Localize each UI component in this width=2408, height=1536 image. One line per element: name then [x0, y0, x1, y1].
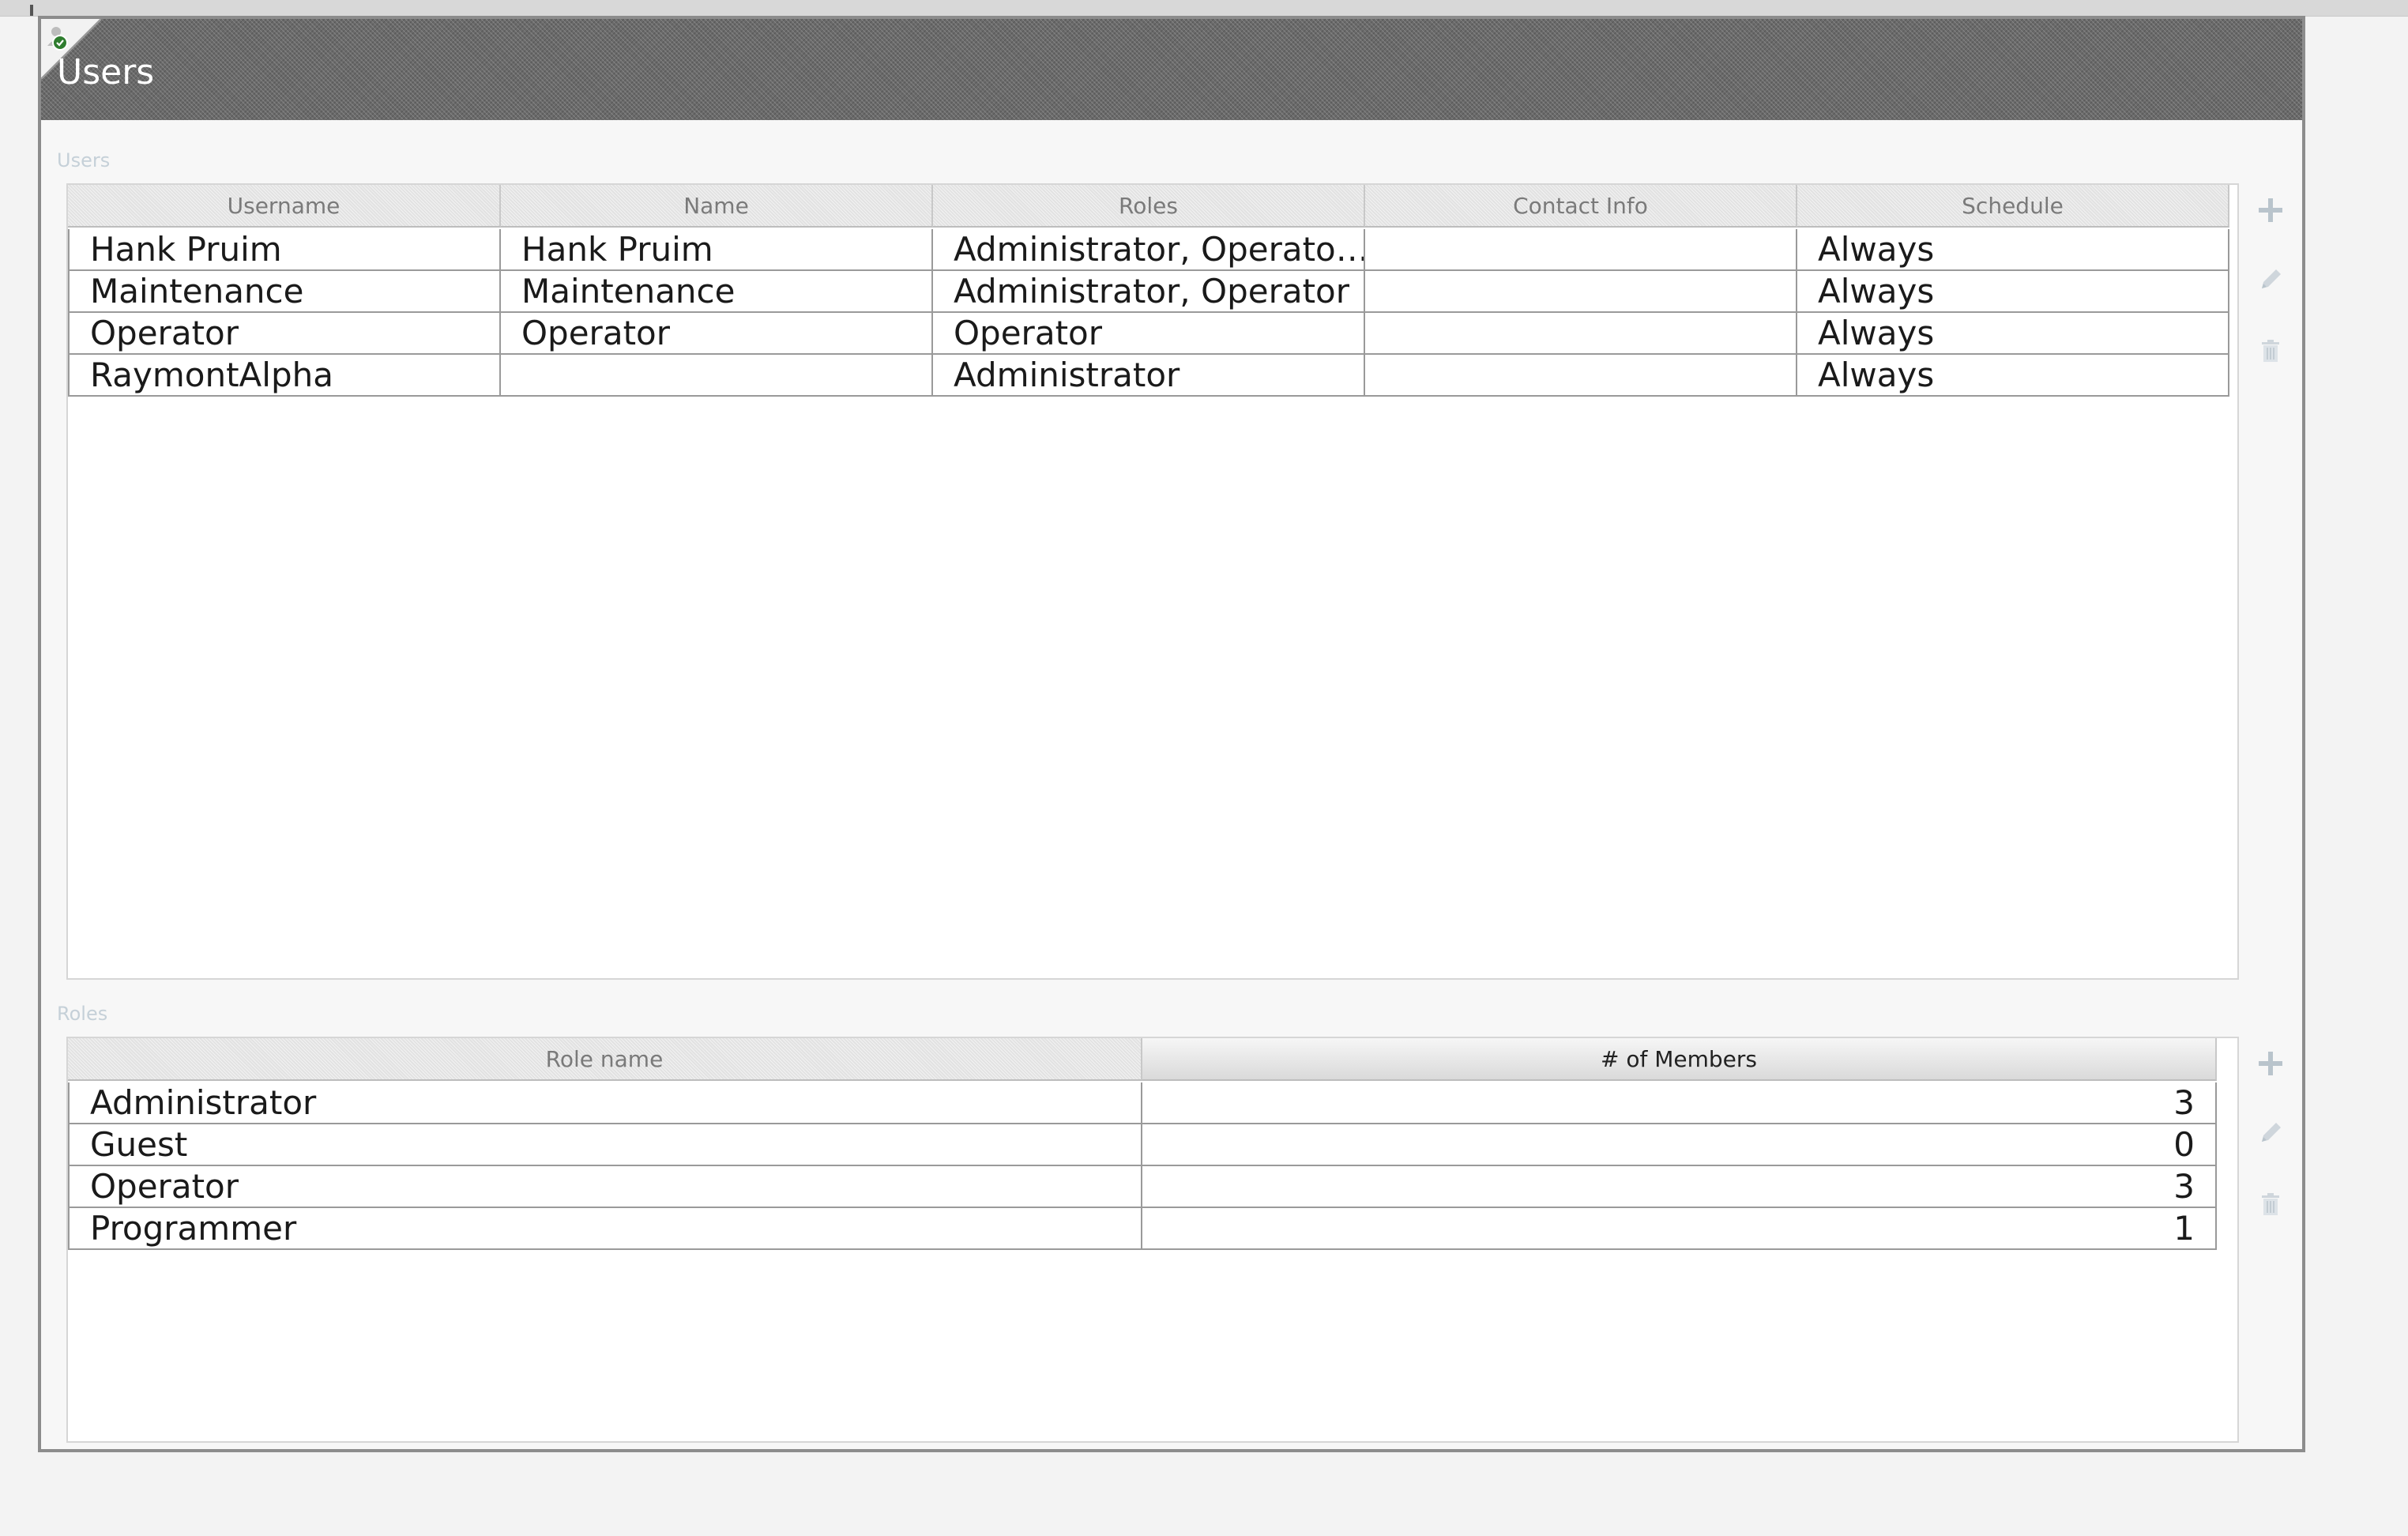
cell-roles: Administrator	[933, 355, 1365, 397]
cell-member-count: 0	[1142, 1124, 2217, 1166]
users-window: Users Users Username Name Roles Contact …	[38, 16, 2305, 1452]
cell-roles: Administrator, Operator	[933, 271, 1365, 313]
cell-contact-info	[1365, 229, 1797, 271]
cell-name: Maintenance	[501, 271, 933, 313]
cell-schedule: Always	[1797, 229, 2229, 271]
cell-username: Maintenance	[68, 271, 501, 313]
add-role-button[interactable]	[2252, 1045, 2289, 1082]
trash-icon	[2262, 340, 2279, 362]
cell-role-name: Operator	[68, 1166, 1142, 1208]
cell-role-name: Guest	[68, 1124, 1142, 1166]
table-row[interactable]: Maintenance Maintenance Administrator, O…	[68, 271, 2229, 313]
top-strip	[0, 0, 2408, 17]
table-row[interactable]: Administrator 3	[68, 1082, 2217, 1124]
cell-name: Operator	[501, 313, 933, 355]
add-user-button[interactable]	[2252, 191, 2289, 229]
pencil-icon	[2262, 1123, 2281, 1142]
delete-user-button[interactable]	[2252, 332, 2289, 370]
roles-table[interactable]: Role name # of Members Administrator 3 G…	[66, 1037, 2239, 1443]
delete-role-button[interactable]	[2252, 1185, 2289, 1223]
cell-schedule: Always	[1797, 313, 2229, 355]
cell-member-count: 3	[1142, 1082, 2217, 1124]
top-strip-marker	[30, 5, 33, 16]
table-row[interactable]: Operator Operator Operator Always	[68, 313, 2229, 355]
column-header-name[interactable]: Name	[501, 185, 933, 228]
cell-username: Hank Pruim	[68, 229, 501, 271]
cell-contact-info	[1365, 313, 1797, 355]
users-table-header: Username Name Roles Contact Info Schedul…	[68, 185, 2229, 228]
user-shield-icon	[47, 27, 68, 51]
column-header-roles[interactable]: Roles	[933, 185, 1365, 228]
cell-schedule: Always	[1797, 271, 2229, 313]
cell-schedule: Always	[1797, 355, 2229, 397]
title-bar: Users	[41, 19, 2302, 120]
edit-user-button[interactable]	[2252, 261, 2289, 299]
cell-roles: Administrator, Operato…	[933, 229, 1365, 271]
cell-username: RaymontAlpha	[68, 355, 501, 397]
roles-section-label: Roles	[57, 1003, 108, 1025]
cell-contact-info	[1365, 271, 1797, 313]
users-section-label: Users	[57, 149, 111, 171]
column-header-role-name[interactable]: Role name	[68, 1038, 1142, 1081]
column-header-username[interactable]: Username	[68, 185, 501, 228]
plus-icon	[2259, 1052, 2282, 1075]
table-row[interactable]: Guest 0	[68, 1124, 2217, 1166]
pencil-icon	[2262, 269, 2281, 288]
cell-name: Hank Pruim	[501, 229, 933, 271]
cell-contact-info	[1365, 355, 1797, 397]
plus-icon	[2259, 198, 2282, 222]
table-row[interactable]: Operator 3	[68, 1166, 2217, 1208]
window-title: Users	[57, 52, 155, 92]
cell-username: Operator	[68, 313, 501, 355]
edit-role-button[interactable]	[2252, 1114, 2289, 1152]
table-row[interactable]: Hank Pruim Hank Pruim Administrator, Ope…	[68, 229, 2229, 271]
cell-role-name: Programmer	[68, 1208, 1142, 1250]
trash-icon	[2262, 1193, 2279, 1215]
cell-name	[501, 355, 933, 397]
table-row[interactable]: RaymontAlpha Administrator Always	[68, 355, 2229, 397]
column-header-member-count[interactable]: # of Members	[1142, 1038, 2217, 1081]
table-row[interactable]: Programmer 1	[68, 1208, 2217, 1250]
column-header-schedule[interactable]: Schedule	[1797, 185, 2229, 228]
cell-role-name: Administrator	[68, 1082, 1142, 1124]
column-header-contact-info[interactable]: Contact Info	[1365, 185, 1797, 228]
users-table[interactable]: Username Name Roles Contact Info Schedul…	[66, 183, 2239, 980]
cell-roles: Operator	[933, 313, 1365, 355]
cell-member-count: 3	[1142, 1166, 2217, 1208]
roles-table-header: Role name # of Members	[68, 1038, 2217, 1081]
cell-member-count: 1	[1142, 1208, 2217, 1250]
